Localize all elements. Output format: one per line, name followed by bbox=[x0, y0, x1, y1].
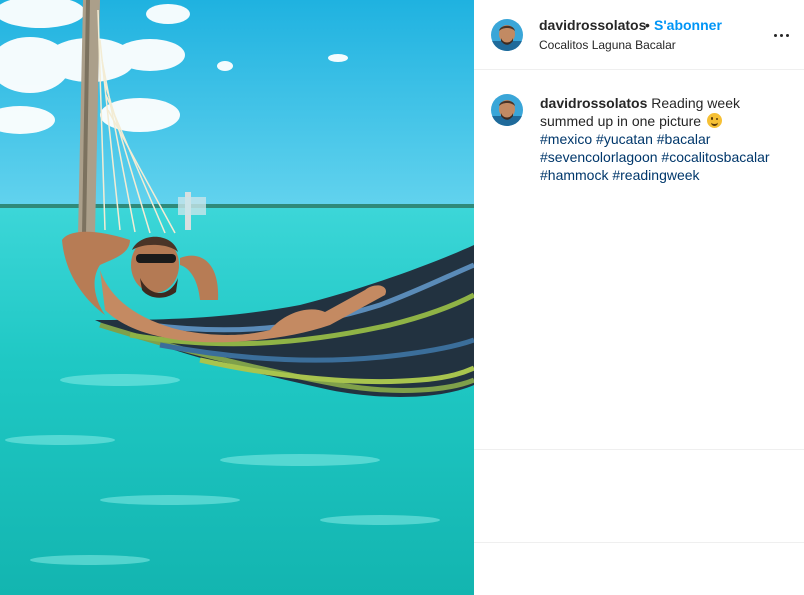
follow-button[interactable]: S'abonner bbox=[654, 17, 722, 33]
smiling-face-icon bbox=[706, 113, 722, 128]
more-horizontal-icon[interactable] bbox=[774, 28, 790, 44]
avatar-image bbox=[491, 94, 523, 126]
caption-username[interactable]: davidrossolatos bbox=[540, 95, 647, 111]
location-link[interactable]: Cocalitos Laguna Bacalar bbox=[539, 38, 676, 52]
post-photo[interactable] bbox=[0, 0, 474, 595]
hashtag-hammock[interactable]: #hammock bbox=[540, 167, 608, 183]
caption-avatar[interactable] bbox=[491, 94, 523, 126]
author-avatar[interactable] bbox=[491, 19, 523, 51]
avatar-image bbox=[491, 19, 523, 51]
hashtag-sevencolorlagoon[interactable]: #sevencolorlagoon bbox=[540, 149, 658, 165]
header-separator: • bbox=[645, 17, 650, 33]
divider bbox=[474, 542, 804, 543]
hashtag-bacalar[interactable]: #bacalar bbox=[657, 131, 711, 147]
post-header: davidrossolatos • S'abonner Cocalitos La… bbox=[474, 0, 804, 70]
post-image bbox=[0, 0, 474, 595]
hashtag-cocalitosbacalar[interactable]: #cocalitosbacalar bbox=[661, 149, 769, 165]
author-username[interactable]: davidrossolatos bbox=[539, 17, 646, 33]
divider bbox=[474, 449, 804, 450]
hashtag-readingweek[interactable]: #readingweek bbox=[612, 167, 699, 183]
hashtag-yucatan[interactable]: #yucatan bbox=[596, 131, 653, 147]
post-sidebar: davidrossolatos • S'abonner Cocalitos La… bbox=[474, 0, 804, 595]
hashtag-mexico[interactable]: #mexico bbox=[540, 131, 592, 147]
post-caption: davidrossolatos Reading week summed up i… bbox=[540, 94, 790, 184]
